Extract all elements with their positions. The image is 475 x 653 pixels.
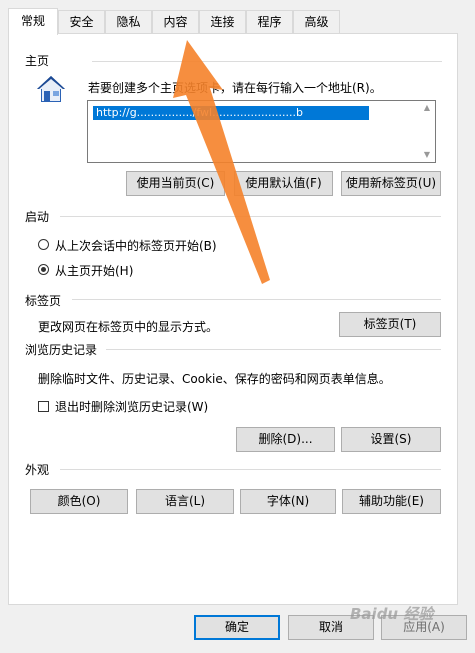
orange-arrow-icon bbox=[173, 40, 270, 284]
tab-general[interactable]: 常规 bbox=[8, 8, 58, 35]
watermark-logo: Baidu 经验 bbox=[350, 605, 434, 623]
